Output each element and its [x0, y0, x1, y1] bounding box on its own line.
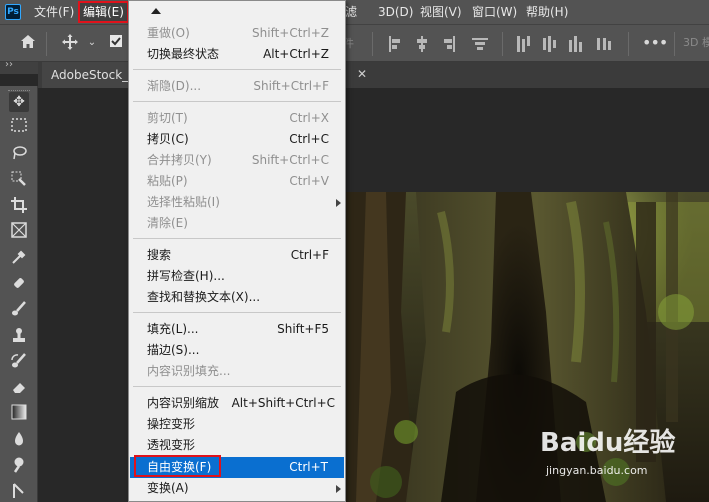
options-bar: ⌄ 件 ••• 3D 模: [0, 24, 709, 62]
annotation-highlight-box: [134, 455, 221, 477]
edit-menu-dropdown: 重做(O) Shift+Ctrl+Z 切换最终状态 Alt+Ctrl+Z 渐隐(D)…: [128, 0, 346, 502]
align-top-icon[interactable]: [472, 36, 488, 52]
menu-item-content-aware-fill[interactable]: 内容识别填充...: [129, 361, 345, 382]
menu-item-content-aware-scale[interactable]: 内容识别缩放 Alt+Shift+Ctrl+C: [129, 393, 345, 414]
menu-separator: [133, 238, 341, 239]
menu-item-search[interactable]: 搜索 Ctrl+F: [129, 245, 345, 266]
menu-item-toggle-last-state[interactable]: 切换最终状态 Alt+Ctrl+Z: [129, 44, 345, 65]
menu-item-copy[interactable]: 拷贝(C) Ctrl+C: [129, 129, 345, 150]
menu-item-fill[interactable]: 填充(L)... Shift+F5: [129, 319, 345, 340]
menu-item-cut[interactable]: 剪切(T) Ctrl+X: [129, 108, 345, 129]
separator: [674, 32, 675, 56]
menu-item-fade[interactable]: 渐隐(D)... Shift+Ctrl+F: [129, 76, 345, 97]
history-brush-tool-icon[interactable]: [9, 352, 29, 372]
separator: [502, 32, 503, 56]
menu-item-copy-merged[interactable]: 合并拷贝(Y) Shift+Ctrl+C: [129, 150, 345, 171]
menu-item-redo[interactable]: 重做(O) Shift+Ctrl+Z: [129, 23, 345, 44]
menu-item-paste-special[interactable]: 选择性粘贴(I): [129, 192, 345, 213]
document-tab[interactable]: AdobeStock_1: [42, 62, 132, 88]
menu-separator: [133, 101, 341, 102]
menu-item-stroke[interactable]: 描边(S)...: [129, 340, 345, 361]
menu-item-paste[interactable]: 粘贴(P) Ctrl+V: [129, 171, 345, 192]
distribute-horizontal-icon[interactable]: [596, 36, 612, 52]
more-icon[interactable]: •••: [642, 33, 668, 53]
menu-item-spell-check[interactable]: 拼写检查(H)...: [129, 266, 345, 287]
lasso-tool-icon[interactable]: [9, 144, 29, 164]
menu-item-perspective-warp[interactable]: 透视变形: [129, 435, 345, 456]
checkbox-icon[interactable]: [106, 33, 126, 53]
tools-panel: ✥: [0, 86, 38, 502]
separator: [628, 32, 629, 56]
crop-tool-icon[interactable]: [9, 196, 29, 216]
move-tool-icon[interactable]: ✥: [9, 92, 29, 112]
toolbar-collapse-bar[interactable]: ››: [0, 59, 38, 74]
tab-close-icon[interactable]: ✕: [354, 66, 370, 82]
menu-item-transform[interactable]: 变换(A): [129, 478, 345, 499]
menu-separator: [133, 69, 341, 70]
menu-window[interactable]: 窗口(W): [472, 0, 517, 24]
menu-file[interactable]: 文件(F): [34, 0, 74, 24]
separator: [372, 32, 373, 56]
submenu-arrow-icon: [336, 199, 341, 207]
watermark-brand: Baidu经验: [540, 428, 676, 458]
clone-stamp-tool-icon[interactable]: [9, 326, 29, 346]
menu-separator: [133, 386, 341, 387]
dodge-tool-icon[interactable]: [9, 456, 29, 476]
menu-filter[interactable]: 滤: [345, 0, 357, 24]
menu-item-find-replace-text[interactable]: 查找和替换文本(X)...: [129, 287, 345, 308]
menu-3d[interactable]: 3D(D): [378, 0, 413, 24]
healing-brush-tool-icon[interactable]: [9, 274, 29, 294]
distribute-top-icon[interactable]: [516, 36, 532, 52]
distribute-vcenter-icon[interactable]: [542, 36, 558, 52]
quick-select-tool-icon[interactable]: [9, 170, 29, 190]
align-right-icon[interactable]: [440, 36, 456, 52]
separator: [46, 32, 47, 56]
menu-item-puppet-warp[interactable]: 操控变形: [129, 414, 345, 435]
move-icon[interactable]: [60, 33, 80, 53]
chevron-down-icon[interactable]: ⌄: [82, 33, 102, 53]
menu-help[interactable]: 帮助(H): [526, 0, 568, 24]
brush-tool-icon[interactable]: [9, 300, 29, 320]
menu-bar: Ps 文件(F) 编辑(E) 滤 3D(D) 视图(V) 窗口(W) 帮助(H): [0, 0, 709, 24]
3d-mode-label: 3D 模: [683, 36, 709, 49]
menu-separator: [133, 312, 341, 313]
pen-tool-icon[interactable]: [9, 482, 29, 502]
menu-item-clear[interactable]: 清除(E): [129, 213, 345, 234]
home-icon[interactable]: [18, 33, 38, 53]
align-hcenter-icon[interactable]: [414, 36, 430, 52]
gradient-tool-icon[interactable]: [9, 404, 29, 424]
scroll-up-arrow-icon[interactable]: [151, 8, 161, 14]
menu-edit[interactable]: 编辑(E): [78, 1, 129, 23]
baidu-watermark: Baidu经验 jingyan.baidu.com: [540, 418, 708, 484]
menu-view[interactable]: 视图(V): [420, 0, 462, 24]
watermark-url: jingyan.baidu.com: [546, 464, 648, 477]
marquee-tool-icon[interactable]: [9, 118, 29, 138]
align-left-icon[interactable]: [388, 36, 404, 52]
distribute-bottom-icon[interactable]: [568, 36, 584, 52]
photoshop-logo: Ps: [5, 4, 21, 20]
collapse-icon[interactable]: ››: [5, 59, 13, 70]
blur-tool-icon[interactable]: [9, 430, 29, 450]
frame-tool-icon[interactable]: [9, 222, 29, 242]
eraser-tool-icon[interactable]: [9, 378, 29, 398]
submenu-arrow-icon: [336, 485, 341, 493]
eyedropper-tool-icon[interactable]: [9, 248, 29, 268]
